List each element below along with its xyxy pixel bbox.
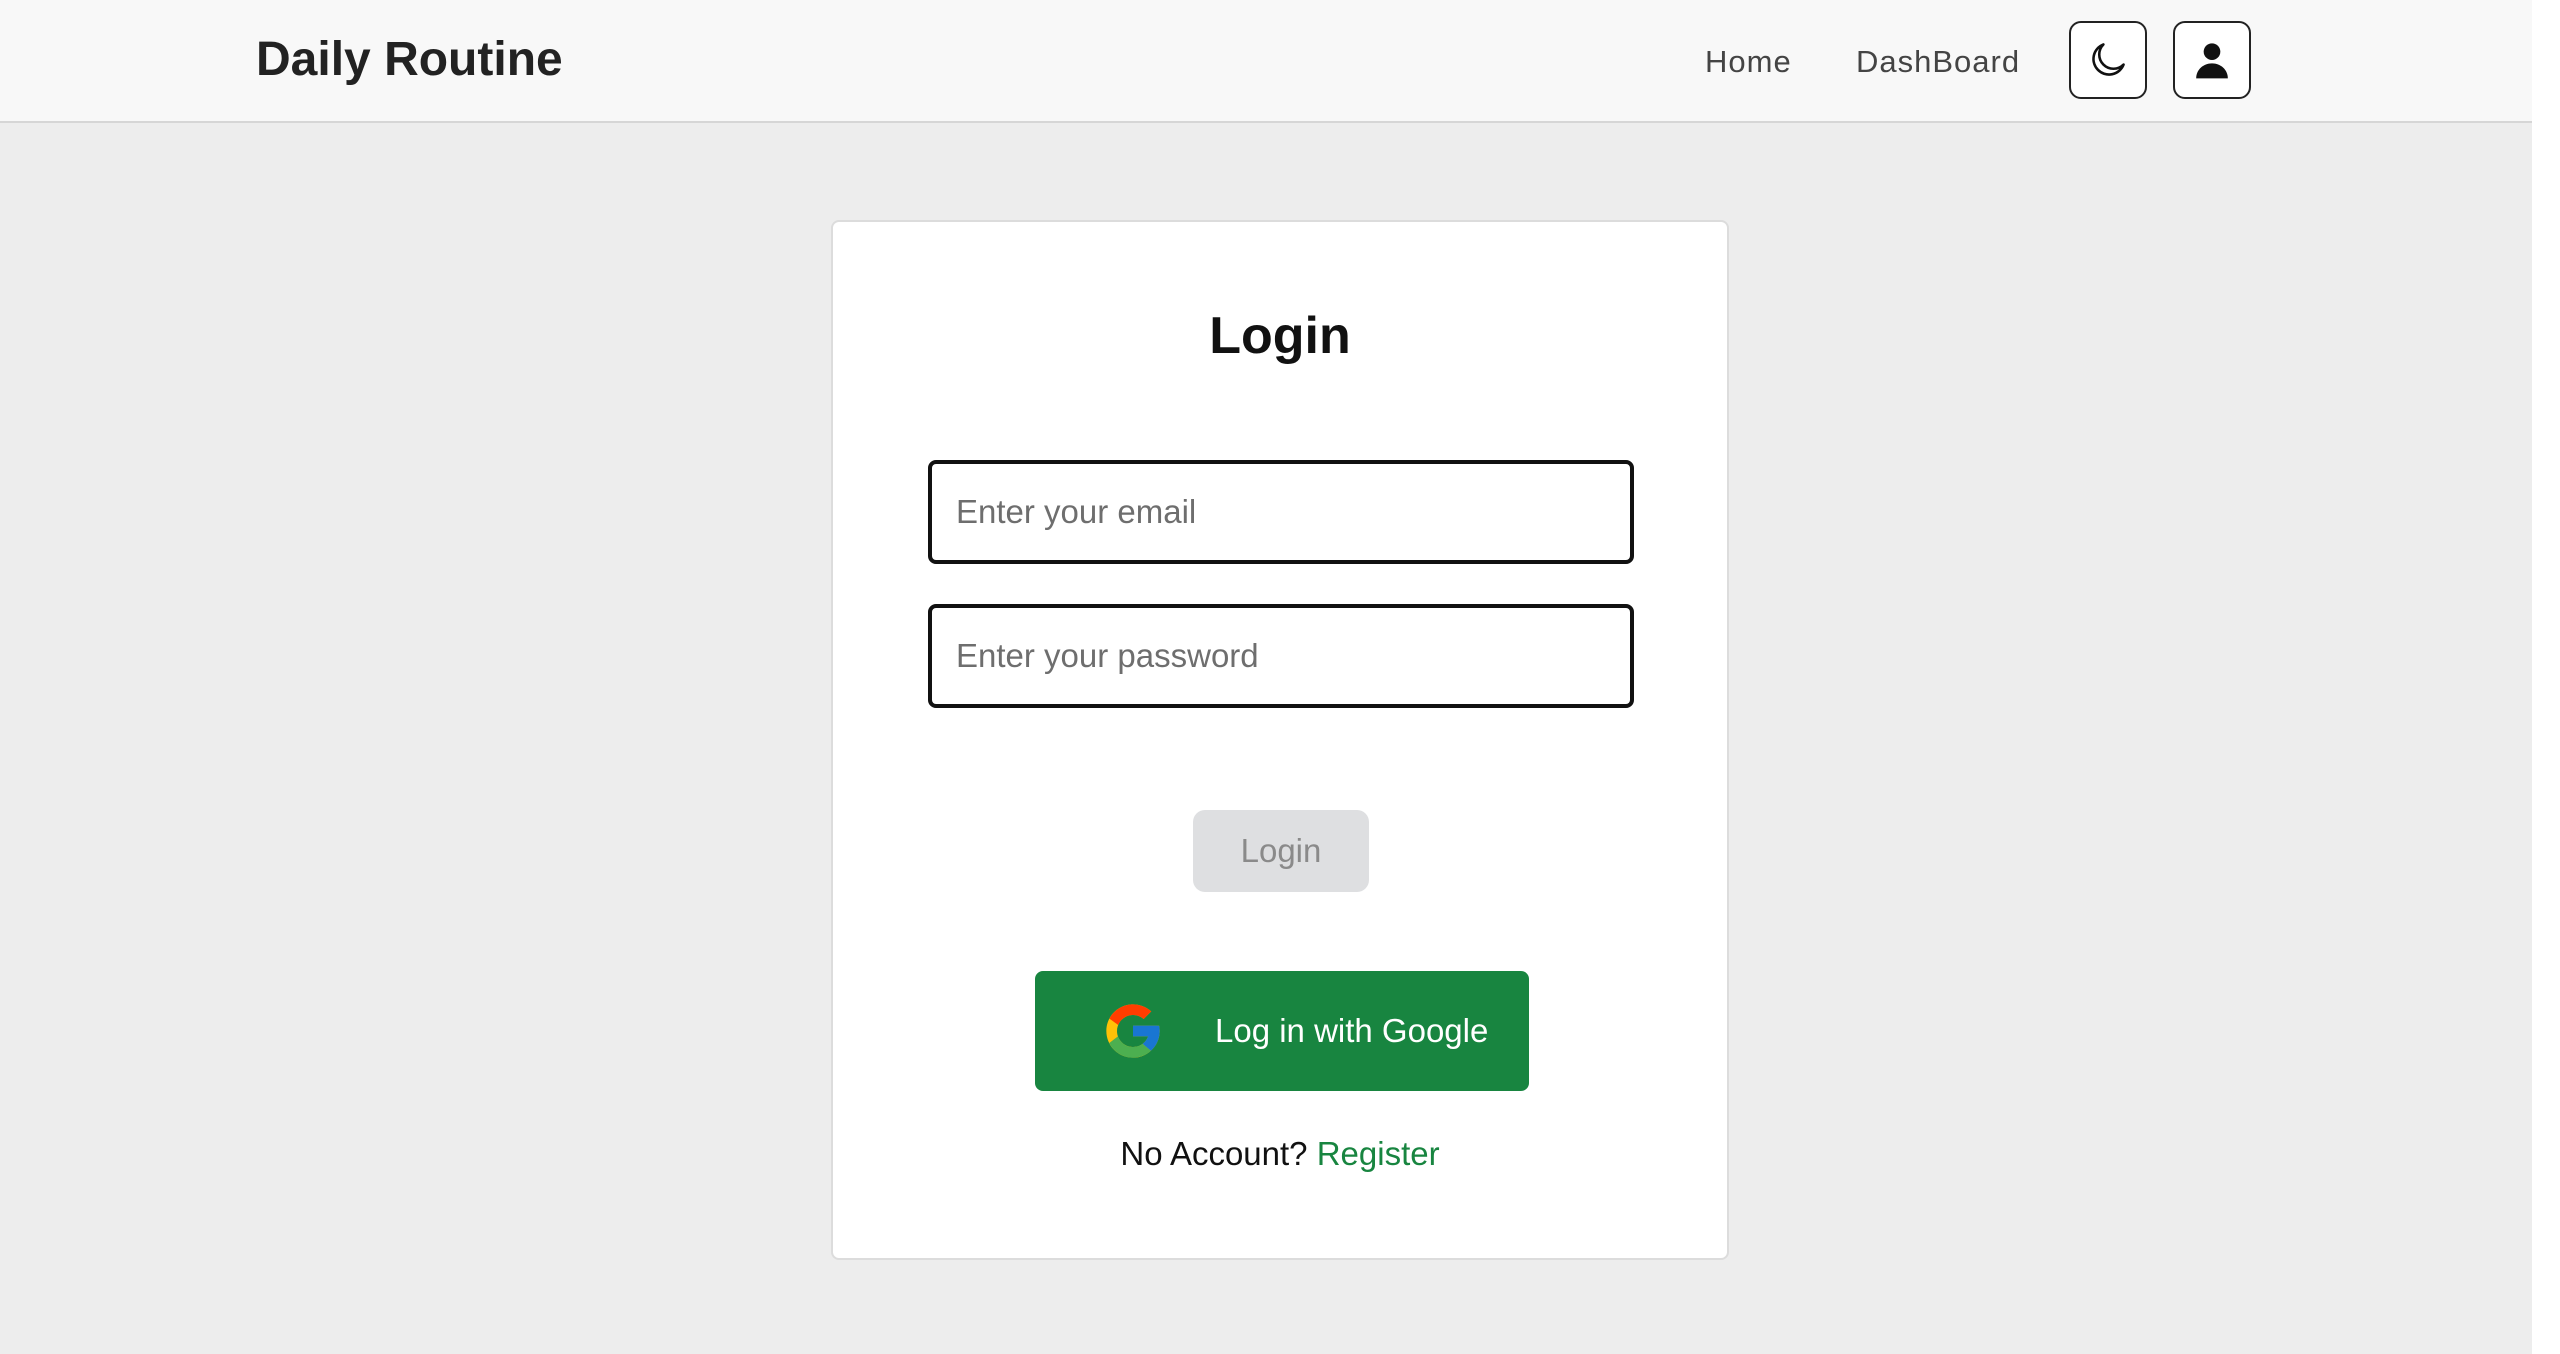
top-navbar: Daily Routine Home DashBoard [0, 0, 2532, 123]
password-input[interactable] [928, 604, 1634, 708]
nav-link-home[interactable]: Home [1705, 40, 1792, 84]
google-login-button[interactable]: Log in with Google [1035, 971, 1529, 1091]
user-icon [2196, 43, 2228, 79]
theme-toggle-button[interactable] [2069, 21, 2147, 99]
login-card: Login Login Log in with Google No Accoun… [831, 220, 1729, 1260]
register-prompt-text: No Account? [1120, 1135, 1308, 1172]
google-login-label: Log in with Google [1215, 1012, 1489, 1049]
nav-link-dashboard[interactable]: DashBoard [1856, 40, 2020, 84]
brand-title[interactable]: Daily Routine [256, 30, 563, 90]
app-root: Daily Routine Home DashBoard Login Login [0, 0, 2532, 1354]
login-title: Login [1209, 307, 1351, 365]
email-input[interactable] [928, 460, 1634, 564]
google-logo-icon [1106, 1004, 1160, 1058]
profile-button[interactable] [2173, 21, 2251, 99]
register-prompt-line: No Account? Register [833, 1132, 1727, 1176]
register-link[interactable]: Register [1317, 1135, 1440, 1172]
moon-icon [2092, 43, 2125, 76]
login-button[interactable]: Login [1193, 810, 1369, 892]
scrollbar-gutter [2532, 0, 2560, 1354]
